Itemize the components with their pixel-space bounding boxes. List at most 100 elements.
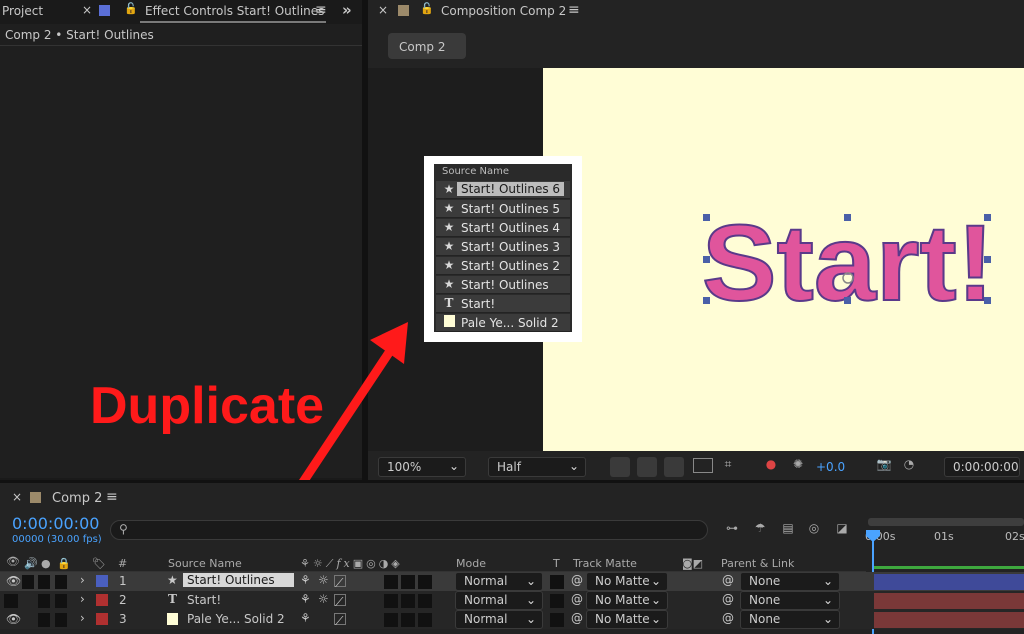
track-matte-dropdown[interactable]: No Matte ⌄ bbox=[586, 591, 668, 610]
parent-dropdown[interactable]: None ⌄ bbox=[740, 591, 840, 610]
solo-column-icon[interactable]: ● bbox=[41, 557, 51, 570]
chevron-down-icon: ⌄ bbox=[650, 593, 661, 607]
chevron-down-icon: ⌄ bbox=[822, 574, 833, 588]
lock-toggle[interactable] bbox=[55, 594, 67, 608]
parent-link-header[interactable]: Parent & Link bbox=[721, 557, 794, 570]
effect-switch[interactable] bbox=[384, 594, 398, 608]
close-icon[interactable]: × bbox=[12, 490, 22, 504]
layer-label-color[interactable] bbox=[96, 613, 108, 625]
chevron-down-icon: ⌄ bbox=[525, 593, 536, 607]
mode-dropdown[interactable]: Normal ⌄ bbox=[455, 572, 543, 591]
matte-pickwhip-icon[interactable]: @ bbox=[571, 592, 583, 606]
chevron-right-icon[interactable]: › bbox=[80, 592, 85, 606]
motion-blur-switch[interactable] bbox=[418, 594, 432, 608]
timeline-layer-row[interactable]: 👁 › 3 Pale Ye... Solid 2 ⚘ ⟋ Normal ⌄ @ N… bbox=[0, 610, 1024, 629]
layer-duration-bar[interactable] bbox=[874, 593, 1024, 609]
mode-value: Normal bbox=[464, 612, 508, 626]
mode-dropdown[interactable]: Normal ⌄ bbox=[455, 610, 543, 629]
preserve-transparency-toggle[interactable] bbox=[550, 575, 564, 589]
parent-value: None bbox=[749, 612, 781, 626]
track-matte-dropdown[interactable]: No Matte ⌄ bbox=[586, 610, 668, 629]
parent-value: None bbox=[749, 574, 781, 588]
eye-icon[interactable]: 👁 bbox=[6, 574, 21, 588]
preserve-transparency-toggle[interactable] bbox=[550, 594, 564, 608]
layer-number: 1 bbox=[119, 574, 127, 588]
quality-switch-icon[interactable]: ⟋ bbox=[334, 594, 346, 609]
layer-name[interactable]: Start! bbox=[187, 593, 221, 607]
parent-dropdown[interactable]: None ⌄ bbox=[740, 610, 840, 629]
chevron-down-icon: ⌄ bbox=[525, 612, 536, 626]
visibility-column-icon[interactable]: 👁 bbox=[6, 555, 20, 568]
frame-blending-icon[interactable]: ▤ bbox=[778, 521, 798, 535]
track-matte-value: No Matte bbox=[595, 612, 650, 626]
quality-switch-icon[interactable]: ⟋ bbox=[334, 575, 346, 590]
parent-pickwhip-icon[interactable]: @ bbox=[722, 592, 734, 606]
timeline-layer-row[interactable]: 👁 › 1 ★ Start! Outlines ⚘ ☼ ⟋ Normal ⌄ @ … bbox=[0, 572, 1024, 591]
parent-dropdown[interactable]: None ⌄ bbox=[740, 572, 840, 591]
chevron-down-icon: ⌄ bbox=[525, 574, 536, 588]
graph-editor-icon[interactable]: ◪ bbox=[832, 521, 852, 535]
layer-duration-bar[interactable] bbox=[874, 612, 1024, 628]
audio-toggle[interactable] bbox=[22, 575, 34, 589]
work-area-bar[interactable] bbox=[868, 518, 1024, 526]
chevron-right-icon[interactable]: › bbox=[80, 573, 85, 587]
layer-name[interactable]: Pale Ye... Solid 2 bbox=[187, 612, 285, 626]
frame-blend-switch[interactable] bbox=[401, 613, 415, 627]
preserve-transparency-toggle[interactable] bbox=[550, 613, 564, 627]
composition-mini-flowchart-icon[interactable]: ⊶ bbox=[722, 521, 742, 535]
text-layer-icon: T bbox=[168, 592, 177, 606]
effect-switch[interactable] bbox=[384, 613, 398, 627]
motion-blur-icon[interactable]: ◎ bbox=[804, 521, 824, 535]
eye-icon[interactable]: 👁 bbox=[6, 612, 21, 626]
layer-number: 3 bbox=[119, 612, 127, 626]
switches-header-icons[interactable]: ⚘☼⟋fx▣◎◑◈ bbox=[300, 557, 403, 571]
collapse-switch-icon[interactable]: ☼ bbox=[318, 573, 329, 587]
parent-pickwhip-icon[interactable]: @ bbox=[722, 573, 734, 587]
matte-icons-header[interactable]: ◙◩ bbox=[682, 557, 703, 570]
track-matte-dropdown[interactable]: No Matte ⌄ bbox=[586, 572, 668, 591]
quality-switch-icon[interactable]: ⟋ bbox=[334, 613, 346, 628]
shy-switch-icon[interactable]: ⚘ bbox=[300, 611, 311, 625]
collapse-switch-icon[interactable]: ☼ bbox=[318, 592, 329, 606]
matte-pickwhip-icon[interactable]: @ bbox=[571, 611, 583, 625]
frame-blend-switch[interactable] bbox=[401, 594, 415, 608]
motion-blur-switch[interactable] bbox=[418, 575, 432, 589]
matte-pickwhip-icon[interactable]: @ bbox=[571, 573, 583, 587]
chevron-right-icon[interactable]: › bbox=[80, 611, 85, 625]
label-column-icon[interactable]: 🏷 bbox=[92, 557, 106, 570]
shy-switch-icon[interactable]: ⚘ bbox=[300, 573, 311, 587]
timeline-layer-row[interactable]: › 2 T Start! ⚘ ☼ ⟋ Normal ⌄ @ No Matte ⌄ @… bbox=[0, 591, 1024, 610]
layer-label-color[interactable] bbox=[96, 575, 108, 587]
frame-blend-switch[interactable] bbox=[401, 575, 415, 589]
lock-toggle[interactable] bbox=[55, 613, 67, 627]
solo-toggle[interactable] bbox=[38, 613, 50, 627]
layer-search-input[interactable]: ⚲ bbox=[110, 520, 708, 540]
audio-column-icon[interactable]: 🔊 bbox=[24, 557, 38, 570]
tab-timeline[interactable]: Comp 2 bbox=[52, 491, 102, 506]
mode-header[interactable]: Mode bbox=[456, 557, 486, 570]
t-header[interactable]: T bbox=[553, 557, 560, 570]
layer-name[interactable]: Start! Outlines bbox=[183, 573, 294, 587]
motion-blur-switch[interactable] bbox=[418, 613, 432, 627]
lock-column-icon[interactable]: 🔒 bbox=[57, 557, 71, 570]
track-matte-header[interactable]: Track Matte bbox=[573, 557, 637, 570]
solo-toggle[interactable] bbox=[38, 575, 50, 589]
timeline-timecode[interactable]: 0:00:00:00 bbox=[12, 514, 99, 533]
parent-pickwhip-icon[interactable]: @ bbox=[722, 611, 734, 625]
ruler-label-02s: 02s bbox=[1005, 530, 1024, 543]
panel-menu-icon[interactable]: ≡ bbox=[106, 489, 118, 505]
search-icon: ⚲ bbox=[119, 522, 128, 536]
lock-toggle[interactable] bbox=[55, 575, 67, 589]
layer-label-color[interactable] bbox=[96, 594, 108, 606]
track-matte-value: No Matte bbox=[595, 574, 650, 588]
video-toggle[interactable] bbox=[4, 594, 18, 608]
source-name-header[interactable]: Source Name bbox=[168, 557, 242, 570]
solo-toggle[interactable] bbox=[38, 594, 50, 608]
shy-switch-icon[interactable]: ⚘ bbox=[300, 592, 311, 606]
shy-layers-icon[interactable]: ☂ bbox=[750, 521, 770, 535]
effect-switch[interactable] bbox=[384, 575, 398, 589]
mode-dropdown[interactable]: Normal ⌄ bbox=[455, 591, 543, 610]
layer-duration-bar[interactable] bbox=[874, 574, 1024, 590]
star-icon: ★ bbox=[167, 573, 178, 587]
timeline-color-swatch bbox=[30, 492, 41, 503]
